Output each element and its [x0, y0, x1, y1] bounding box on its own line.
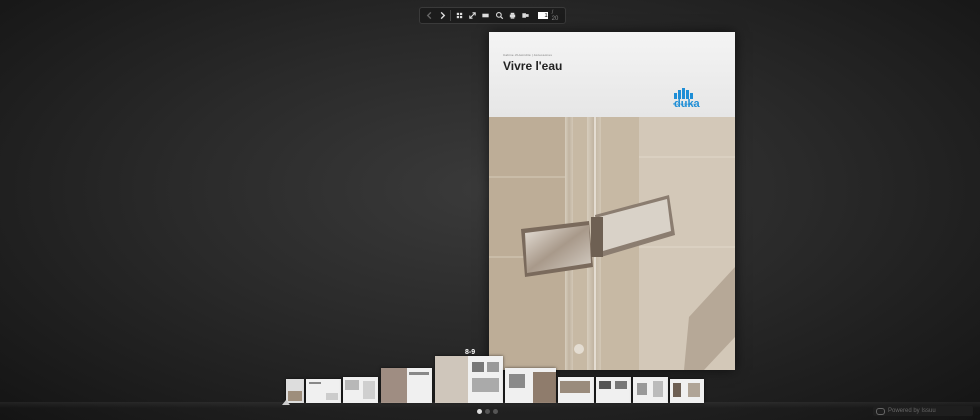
grid-icon: [456, 12, 463, 19]
chevron-left-icon: [426, 11, 431, 20]
prev-page-button[interactable]: [424, 10, 434, 21]
fullscreen-button[interactable]: [468, 10, 478, 21]
cover-kicker: Cabine d'Humidité | Accessoires: [503, 53, 553, 57]
pager-dot-1[interactable]: [477, 409, 482, 414]
thumbnail-toggle-button[interactable]: [282, 400, 290, 405]
grid-view-button[interactable]: [454, 10, 464, 21]
cover-photo: [489, 117, 735, 370]
print-icon: [509, 12, 516, 19]
thumbnail-page-4-5[interactable]: [343, 377, 378, 403]
print-button[interactable]: [507, 10, 517, 21]
search-icon: [495, 11, 503, 20]
thumbnail-page-6-7[interactable]: [381, 368, 432, 403]
powered-by-text: Powered by Issuu: [888, 408, 936, 414]
chevron-right-icon: [440, 11, 446, 20]
toolbar-divider: [450, 10, 452, 21]
share-icon: [522, 13, 529, 18]
next-page-button[interactable]: [437, 10, 447, 21]
thumbnail-page-10-11[interactable]: [505, 368, 556, 403]
zoom-button[interactable]: [494, 10, 504, 21]
cover-header: Cabine d'Humidité | Accessoires Vivre l'…: [489, 32, 735, 117]
thumbnail-page-8-9[interactable]: [435, 356, 503, 403]
thumbnail-shelf: [0, 402, 980, 408]
shower-hinge-image: [489, 117, 735, 370]
thumbnail-page-14-15[interactable]: [596, 377, 631, 403]
pager-dot-2[interactable]: [485, 409, 490, 414]
page-view-icon: [482, 13, 490, 18]
thumbnail-page-12-13[interactable]: [558, 377, 594, 403]
page-total: / 20: [551, 9, 559, 22]
issuu-logo-icon: [876, 407, 885, 415]
powered-by-badge[interactable]: Powered by Issuu: [873, 406, 973, 416]
thumbnail-page-16-17[interactable]: [633, 377, 668, 403]
viewer-toolbar: / 20: [419, 7, 566, 24]
thumbnail-page-18-19[interactable]: [670, 379, 704, 403]
thumbnail-pager: [477, 409, 498, 414]
active-thumb-label: 8-9: [465, 349, 476, 356]
magazine-cover-page[interactable]: Cabine d'Humidité | Accessoires Vivre l'…: [489, 32, 735, 370]
duka-logo: duka Beauté d'espace: [673, 88, 700, 110]
page-number-input[interactable]: [537, 12, 548, 19]
cover-title: Vivre l'eau: [503, 59, 563, 73]
thumbnail-page-2-3[interactable]: [306, 379, 341, 403]
logo-tagline: Beauté d'espace: [673, 102, 696, 106]
share-button[interactable]: [520, 10, 530, 21]
expand-icon: [469, 12, 476, 19]
pager-dot-3[interactable]: [493, 409, 498, 414]
single-page-button[interactable]: [481, 10, 491, 21]
